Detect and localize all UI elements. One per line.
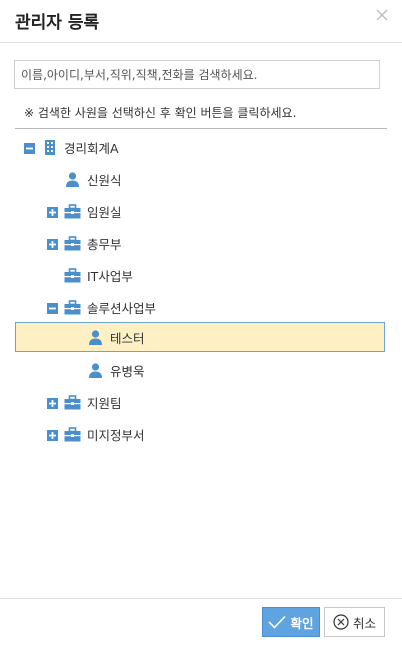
search-input[interactable]: [14, 60, 380, 89]
tree-node-label: 신원식: [87, 172, 122, 188]
briefcase-icon: [64, 426, 81, 442]
briefcase-icon: [64, 235, 81, 251]
cancel-button-label: 취소: [352, 615, 376, 631]
expand-icon[interactable]: [47, 206, 58, 218]
briefcase-icon: [64, 267, 81, 283]
tree-node-label: 솔루션사업부: [87, 300, 157, 316]
confirm-button-label: 확인: [290, 615, 314, 631]
expand-icon[interactable]: [47, 238, 58, 250]
tree-node-label: 테스터: [110, 330, 145, 346]
tree-node-label: 미지정부서: [87, 427, 145, 443]
tree-divider: [15, 128, 387, 129]
tree-node-label: 유병욱: [110, 363, 145, 379]
collapse-icon[interactable]: [47, 302, 58, 314]
tree-node-user[interactable]: 유병욱: [87, 356, 145, 384]
selected-row-highlight: [15, 322, 385, 352]
briefcase-icon: [64, 394, 81, 410]
close-circle-icon: [333, 614, 349, 630]
tree-node-dept[interactable]: 임원실: [47, 197, 122, 225]
check-icon: [268, 615, 287, 629]
briefcase-icon: [64, 203, 81, 219]
tree-node-label: 경리회계A: [64, 140, 119, 156]
expand-icon[interactable]: [47, 397, 58, 409]
close-icon[interactable]: [374, 7, 390, 23]
notice-text: ※ 검색한 사원을 선택하신 후 확인 버튼을 클릭하세요.: [24, 106, 297, 120]
tree-node-dept[interactable]: 솔루션사업부: [47, 293, 156, 321]
tree-node-dept[interactable]: IT사업부: [64, 261, 133, 289]
tree-node-label: 지원팀: [87, 395, 122, 411]
tree-node-label: 총무부: [87, 236, 122, 252]
user-icon: [87, 362, 104, 378]
tree-node-user[interactable]: 신원식: [64, 165, 122, 193]
dialog-header: 관리자 등록: [0, 0, 402, 43]
tree-node-user-selected[interactable]: 테스터: [87, 323, 145, 351]
tree-node-dept[interactable]: 총무부: [47, 229, 122, 257]
tree-node-label: 임원실: [87, 204, 122, 220]
tree-node-dept[interactable]: 지원팀: [47, 388, 122, 416]
tree-node-dept[interactable]: 미지정부서: [47, 420, 145, 448]
tree-node-root[interactable]: 경리회계A: [24, 133, 119, 161]
expand-icon[interactable]: [47, 429, 58, 441]
cancel-button[interactable]: 취소: [324, 607, 385, 637]
building-icon: [41, 139, 58, 155]
dialog-title: 관리자 등록: [15, 13, 100, 33]
confirm-button[interactable]: 확인: [262, 607, 320, 637]
briefcase-icon: [64, 299, 81, 315]
tree-node-label: IT사업부: [87, 268, 133, 284]
user-icon: [87, 329, 104, 345]
collapse-icon[interactable]: [24, 142, 35, 154]
user-icon: [64, 171, 81, 187]
footer-divider: [0, 598, 402, 599]
